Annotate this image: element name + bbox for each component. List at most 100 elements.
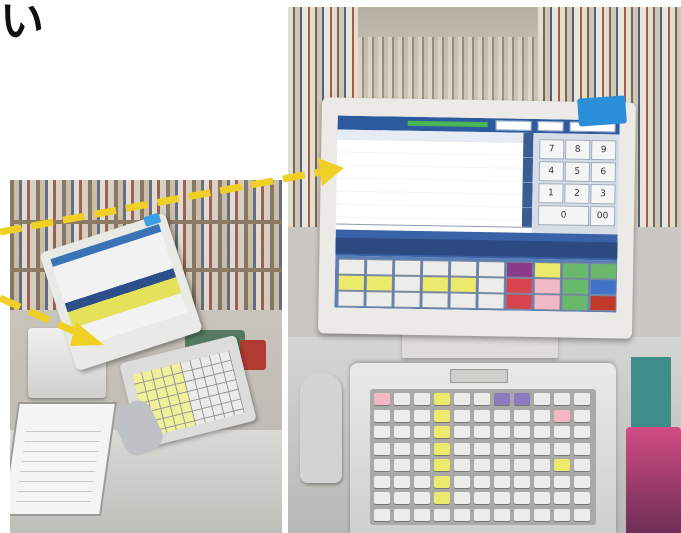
numpad-key[interactable]: 6 (590, 161, 616, 183)
keyboard-key[interactable] (474, 442, 490, 455)
keyboard-key[interactable] (414, 459, 430, 471)
keyboard-key[interactable] (474, 459, 490, 471)
keyboard-key[interactable] (474, 492, 490, 504)
numpad-key[interactable]: 7 (539, 139, 565, 160)
keyboard-key[interactable] (374, 508, 390, 521)
keyboard-key[interactable] (454, 475, 470, 488)
keyboard-key[interactable] (434, 409, 450, 422)
keyboard-key[interactable] (474, 508, 490, 521)
keyboard-key[interactable] (514, 508, 530, 521)
softkey[interactable] (533, 278, 561, 295)
keyboard-key[interactable] (494, 475, 510, 488)
softkey[interactable] (393, 259, 422, 277)
keyboard-key[interactable] (414, 393, 430, 405)
softkey[interactable] (505, 293, 533, 310)
keyboard-key[interactable] (494, 442, 510, 455)
keyboard-key[interactable] (434, 426, 450, 438)
keyboard-key[interactable] (394, 409, 410, 422)
numpad-key[interactable]: 3 (590, 183, 616, 205)
keyboard-key[interactable] (454, 508, 470, 521)
keyboard-key[interactable] (554, 475, 570, 488)
softkey[interactable] (477, 293, 505, 310)
keyboard-key[interactable] (534, 475, 550, 488)
numpad-key[interactable]: 0 (537, 205, 590, 226)
keyboard-key[interactable] (554, 508, 570, 521)
softkey[interactable] (561, 278, 589, 295)
numpad-key[interactable]: 4 (538, 161, 564, 182)
keyboard-key[interactable] (434, 475, 450, 488)
keyboard-key[interactable] (494, 409, 510, 422)
keyboard-key[interactable] (434, 442, 450, 455)
softkey[interactable] (561, 262, 590, 279)
softkey[interactable] (365, 259, 394, 276)
keyboard-key[interactable] (414, 508, 430, 521)
softkey[interactable] (421, 276, 449, 293)
keyboard-key[interactable] (514, 459, 530, 471)
numpad-key[interactable]: 8 (565, 139, 591, 160)
keyboard-key[interactable] (494, 426, 510, 438)
keyboard-key[interactable] (514, 442, 530, 455)
softkey[interactable] (589, 278, 617, 296)
softkey[interactable] (449, 276, 477, 294)
keyboard-key[interactable] (554, 492, 570, 504)
keyboard-key[interactable] (394, 492, 410, 504)
keyboard-key[interactable] (454, 393, 470, 405)
numpad-key[interactable]: 00 (589, 205, 616, 227)
keyboard-key[interactable] (434, 492, 450, 504)
softkey[interactable] (589, 262, 618, 280)
keyboard-key[interactable] (414, 442, 430, 455)
softkey[interactable] (393, 275, 421, 293)
keyboard-key[interactable] (414, 409, 430, 422)
keyboard-key[interactable] (414, 492, 430, 504)
keyboard-key[interactable] (494, 492, 510, 504)
softkey[interactable] (505, 277, 533, 294)
keyboard-key[interactable] (374, 475, 390, 488)
softkey[interactable] (365, 275, 393, 292)
keyboard-key[interactable] (554, 409, 570, 422)
keyboard-key[interactable] (394, 442, 410, 455)
softkey[interactable] (449, 260, 478, 278)
softkey[interactable] (477, 261, 506, 278)
keyboard-key[interactable] (554, 442, 570, 455)
keyboard-key[interactable] (574, 393, 590, 405)
keyboard-key[interactable] (374, 459, 390, 471)
keyboard-key[interactable] (414, 475, 430, 488)
keyboard-key[interactable] (434, 508, 450, 521)
keyboard-key[interactable] (494, 508, 510, 521)
keyboard-key[interactable] (534, 426, 550, 438)
softkey[interactable] (337, 290, 365, 308)
keyboard-key[interactable] (534, 393, 550, 405)
softkey[interactable] (561, 294, 589, 311)
softkey[interactable] (449, 292, 477, 310)
keyboard-key[interactable] (534, 492, 550, 504)
keyboard-key[interactable] (514, 393, 530, 405)
keyboard-key[interactable] (554, 393, 570, 405)
keyboard-key[interactable] (574, 475, 590, 488)
keyboard-key[interactable] (454, 492, 470, 504)
softkey[interactable] (533, 294, 561, 311)
keyboard-key[interactable] (574, 409, 590, 422)
keyboard-key[interactable] (494, 393, 510, 405)
keyboard-key[interactable] (454, 426, 470, 438)
keyboard-key[interactable] (514, 492, 530, 504)
keyboard-key[interactable] (454, 459, 470, 471)
keyboard-key[interactable] (374, 492, 390, 504)
keyboard-key[interactable] (534, 508, 550, 521)
keyboard-key[interactable] (394, 393, 410, 405)
keyboard-key[interactable] (454, 442, 470, 455)
keyboard-key[interactable] (434, 393, 450, 405)
softkey[interactable] (337, 258, 366, 276)
numpad-key[interactable]: 5 (564, 161, 590, 182)
keyboard-key[interactable] (394, 459, 410, 471)
keyboard-key[interactable] (514, 409, 530, 422)
keyboard-key[interactable] (534, 459, 550, 471)
keyboard-key[interactable] (574, 459, 590, 471)
keyboard-key[interactable] (374, 409, 390, 422)
keyboard-key[interactable] (474, 409, 490, 422)
keyboard-key[interactable] (474, 426, 490, 438)
keyboard-key[interactable] (554, 459, 570, 471)
keyboard-key[interactable] (474, 475, 490, 488)
softkey[interactable] (477, 277, 505, 294)
keyboard-key[interactable] (374, 442, 390, 455)
softkey[interactable] (393, 291, 421, 309)
